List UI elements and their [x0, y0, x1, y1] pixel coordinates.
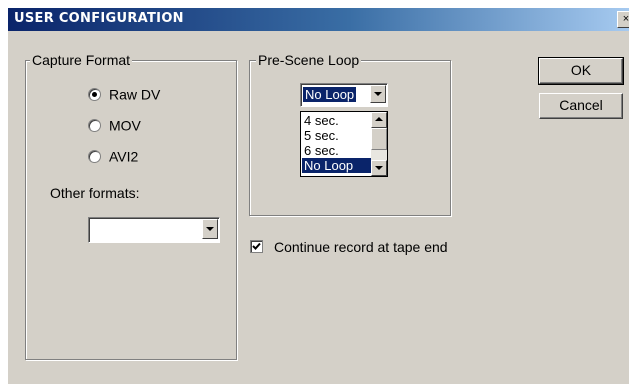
radio-mov[interactable]: MOV: [88, 116, 141, 134]
radio-button-icon[interactable]: [88, 149, 101, 163]
list-scrollbar[interactable]: [371, 112, 387, 176]
chevron-up-icon: [375, 117, 383, 121]
dialog-title: USER CONFIGURATION: [14, 11, 184, 26]
radio-avi2[interactable]: AVI2: [88, 147, 138, 165]
capture-format-group: Capture Format Raw DV MOV AVI2 Other for…: [25, 52, 237, 360]
radio-raw-dv-label: Raw DV: [109, 86, 161, 103]
pre-scene-loop-dropdown-button[interactable]: [370, 85, 386, 103]
cancel-button[interactable]: Cancel: [539, 93, 623, 119]
title-bar[interactable]: USER CONFIGURATION ×: [8, 8, 629, 31]
radio-button-icon[interactable]: [88, 87, 101, 101]
pre-scene-loop-list[interactable]: 4 sec. 5 sec. 6 sec. No Loop: [300, 111, 388, 177]
radio-mov-label: MOV: [109, 117, 141, 134]
scroll-up-button[interactable]: [371, 112, 387, 128]
close-icon[interactable]: ×: [617, 11, 629, 28]
pre-scene-loop-group: Pre-Scene Loop No Loop 4 sec. 5 sec. 6 s…: [249, 52, 451, 216]
user-configuration-dialog: USER CONFIGURATION × Capture Format Raw …: [8, 8, 629, 384]
pre-scene-loop-legend: Pre-Scene Loop: [256, 52, 362, 68]
other-formats-label: Other formats:: [50, 185, 140, 201]
chevron-down-icon: [206, 227, 214, 231]
capture-format-legend: Capture Format: [30, 52, 133, 68]
chevron-down-icon: [375, 166, 383, 170]
pre-scene-loop-value: No Loop: [301, 86, 358, 103]
radio-avi2-label: AVI2: [109, 148, 139, 165]
continue-record-label: Continue record at tape end: [274, 239, 448, 255]
other-formats-dropdown[interactable]: [88, 217, 220, 243]
radio-raw-dv[interactable]: Raw DV: [88, 85, 160, 103]
pre-scene-loop-dropdown[interactable]: No Loop: [300, 83, 388, 107]
checkmark-icon: [252, 242, 261, 250]
chevron-down-icon: [374, 92, 382, 96]
other-formats-dropdown-button[interactable]: [202, 219, 218, 239]
continue-record-checkbox[interactable]: [250, 240, 263, 253]
scroll-thumb[interactable]: [371, 128, 387, 150]
radio-button-icon[interactable]: [88, 118, 101, 132]
ok-button[interactable]: OK: [538, 57, 624, 85]
scroll-down-button[interactable]: [371, 160, 387, 176]
continue-record-option[interactable]: Continue record at tape end: [249, 238, 479, 256]
